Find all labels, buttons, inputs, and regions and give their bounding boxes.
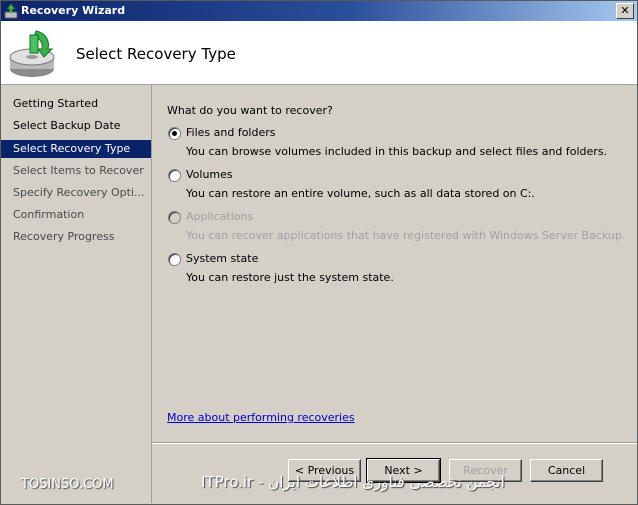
step-confirmation: Confirmation — [13, 208, 85, 221]
files-and-folders-label[interactable]: Files and folders — [186, 126, 276, 139]
system-state-label[interactable]: System state — [186, 252, 258, 265]
step-select-recovery-type[interactable]: Select Recovery Type — [1, 140, 151, 158]
wizard-steps-sidebar: Getting Started Select Backup Date Selec… — [1, 85, 152, 503]
step-select-items-to-recover: Select Items to Recover — [13, 164, 144, 177]
wizard-header: Select Recovery Type — [1, 21, 637, 85]
wizard-app-icon — [4, 3, 18, 19]
close-button[interactable]: ✕ — [616, 3, 634, 19]
recovery-question: What do you want to recover? — [167, 104, 333, 117]
files-and-folders-radio[interactable] — [168, 127, 181, 140]
volumes-label[interactable]: Volumes — [186, 168, 233, 181]
volumes-description: You can restore an entire volume, such a… — [186, 187, 535, 200]
recovery-wizard-window: Recovery Wizard ✕ Select Recovery Type G… — [0, 0, 638, 505]
more-about-recoveries-link[interactable]: More about performing recoveries — [167, 411, 355, 424]
title-bar[interactable]: Recovery Wizard ✕ — [1, 1, 637, 21]
step-getting-started[interactable]: Getting Started — [1, 95, 151, 113]
page-title: Select Recovery Type — [76, 45, 236, 63]
footer-divider — [152, 442, 637, 444]
applications-label: Applications — [186, 210, 254, 223]
watermark-left: TOSINSO.COM — [21, 477, 114, 492]
step-recovery-progress: Recovery Progress — [13, 230, 115, 243]
system-state-radio[interactable] — [168, 253, 181, 266]
watermark-right: انجمن تخصصی فناوری اطلاعات ایران - ITPro… — [201, 473, 505, 491]
files-and-folders-description: You can browse volumes included in this … — [186, 145, 608, 158]
step-specify-recovery-options: Specify Recovery Opti... — [13, 186, 145, 199]
close-icon: ✕ — [620, 4, 630, 17]
backup-restore-icon — [9, 30, 55, 77]
main-content: What do you want to recover? Files and f… — [152, 85, 637, 439]
cancel-button[interactable]: Cancel — [530, 459, 603, 482]
step-select-backup-date[interactable]: Select Backup Date — [1, 117, 151, 135]
applications-description: You can recover applications that have r… — [186, 229, 626, 242]
applications-radio — [168, 211, 181, 224]
volumes-radio[interactable] — [168, 169, 181, 182]
window-title: Recovery Wizard — [21, 4, 126, 17]
system-state-description: You can restore just the system state. — [186, 271, 394, 284]
